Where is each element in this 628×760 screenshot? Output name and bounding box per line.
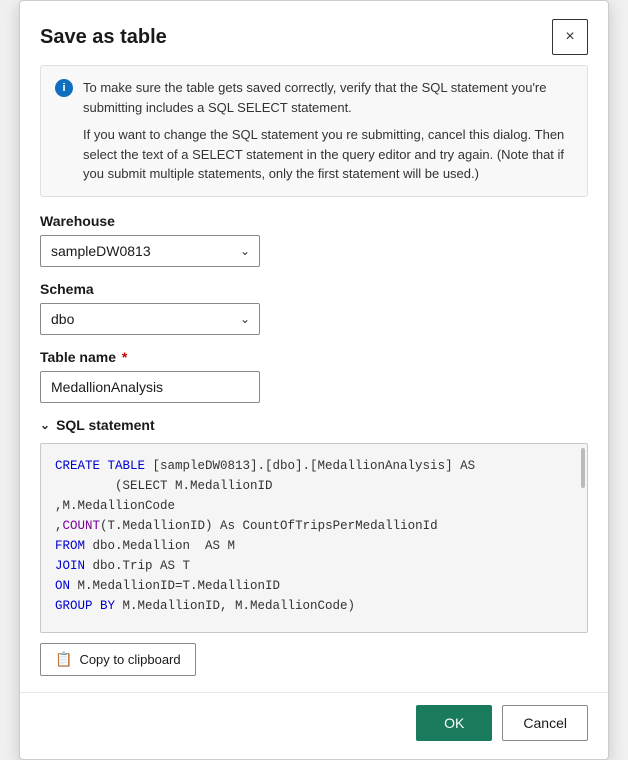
sql-section: ⌄ SQL statement CREATE TABLE [sampleDW08…	[20, 417, 608, 633]
table-name-section: Table name *	[20, 349, 608, 403]
sql-line-3: ,M.MedallionCode	[55, 496, 573, 516]
warehouse-label: Warehouse	[40, 213, 588, 229]
clipboard-icon: 📋	[55, 651, 72, 668]
schema-select-wrapper: dbo ⌄	[40, 303, 260, 335]
schema-section: Schema dbo ⌄	[20, 281, 608, 335]
table-name-label: Table name *	[40, 349, 588, 365]
copy-to-clipboard-button[interactable]: 📋 Copy to clipboard	[40, 643, 196, 676]
sql-line-2: (SELECT M.MedallionID	[55, 476, 573, 496]
info-text: To make sure the table gets saved correc…	[83, 78, 573, 184]
schema-select[interactable]: dbo	[40, 303, 260, 335]
info-box: i To make sure the table gets saved corr…	[40, 65, 588, 197]
sql-line-4: ,COUNT(T.MedallionID) As CountOfTripsPer…	[55, 516, 573, 536]
warehouse-section: Warehouse sampleDW0813 ⌄	[20, 213, 608, 267]
scrollbar[interactable]	[581, 448, 585, 488]
sql-code-box: CREATE TABLE [sampleDW0813].[dbo].[Medal…	[40, 443, 588, 633]
sql-line-5: FROM dbo.Medallion AS M	[55, 536, 573, 556]
sql-toggle[interactable]: ⌄ SQL statement	[40, 417, 588, 433]
sql-line-7: ON M.MedallionID=T.MedallionID	[55, 576, 573, 596]
dialog-footer: OK Cancel	[20, 692, 608, 759]
save-as-table-dialog: Save as table × i To make sure the table…	[19, 0, 609, 760]
sql-toggle-label: SQL statement	[56, 417, 155, 433]
info-line1: To make sure the table gets saved correc…	[83, 78, 573, 117]
warehouse-select-wrapper: sampleDW0813 ⌄	[40, 235, 260, 267]
warehouse-select[interactable]: sampleDW0813	[40, 235, 260, 267]
table-name-input[interactable]	[40, 371, 260, 403]
copy-btn-label: Copy to clipboard	[79, 652, 180, 667]
schema-label: Schema	[40, 281, 588, 297]
chevron-down-icon: ⌄	[40, 418, 50, 432]
dialog-header: Save as table ×	[20, 1, 608, 65]
sql-line-8: GROUP BY M.MedallionID, M.MedallionCode)	[55, 596, 573, 616]
required-indicator: *	[118, 349, 127, 365]
sql-line-1: CREATE TABLE [sampleDW0813].[dbo].[Medal…	[55, 456, 573, 476]
close-button[interactable]: ×	[552, 19, 588, 55]
ok-button[interactable]: OK	[416, 705, 492, 741]
info-icon: i	[55, 79, 73, 97]
dialog-title: Save as table	[40, 26, 167, 49]
info-line2: If you want to change the SQL statement …	[83, 125, 573, 184]
sql-line-6: JOIN dbo.Trip AS T	[55, 556, 573, 576]
cancel-button[interactable]: Cancel	[502, 705, 588, 741]
